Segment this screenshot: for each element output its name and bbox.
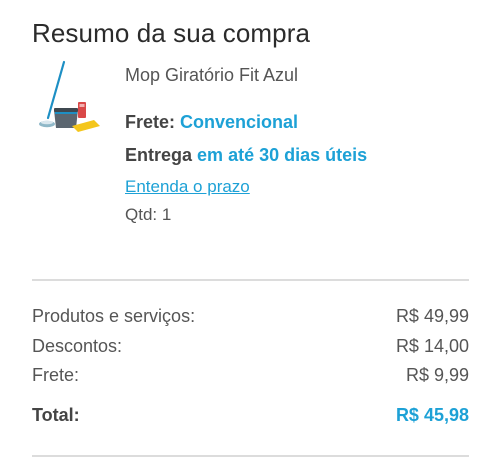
mop-bucket-icon <box>39 60 100 132</box>
shipping-cost-value: R$ 9,99 <box>405 365 469 385</box>
shipping-method-value: Convencional <box>180 112 299 132</box>
shipping-method: Frete: Convencional <box>125 112 298 133</box>
shipping-cost-label: Frete: <box>32 365 80 385</box>
discounts-label: Descontos: <box>32 336 123 356</box>
divider-bottom <box>32 455 469 457</box>
shipping-cost-row: Frete: R$ 9,99 <box>32 365 469 386</box>
understand-deadline-link[interactable]: Entenda o prazo <box>125 177 250 197</box>
products-label: Produtos e serviços: <box>32 306 196 326</box>
products-row: Produtos e serviços: R$ 49,99 <box>32 306 469 327</box>
products-value: R$ 49,99 <box>395 306 469 326</box>
delivery-value: em até 30 dias úteis <box>197 145 368 165</box>
discounts-value: R$ 14,00 <box>395 336 469 356</box>
page-title: Resumo da sua compra <box>32 18 311 48</box>
total-row: Total: R$ 45,98 <box>32 405 469 426</box>
product-name: Mop Giratório Fit Azul <box>125 65 299 85</box>
divider <box>32 279 469 281</box>
total-value: R$ 45,98 <box>395 405 469 425</box>
shipping-method-label: Frete: <box>125 112 176 132</box>
delivery-label: Entrega <box>125 145 193 165</box>
quantity: Qtd: 1 <box>125 205 172 224</box>
delivery-estimate: Entrega em até 30 dias úteis <box>125 145 367 166</box>
total-label: Total: <box>32 405 80 425</box>
discounts-row: Descontos: R$ 14,00 <box>32 336 469 357</box>
